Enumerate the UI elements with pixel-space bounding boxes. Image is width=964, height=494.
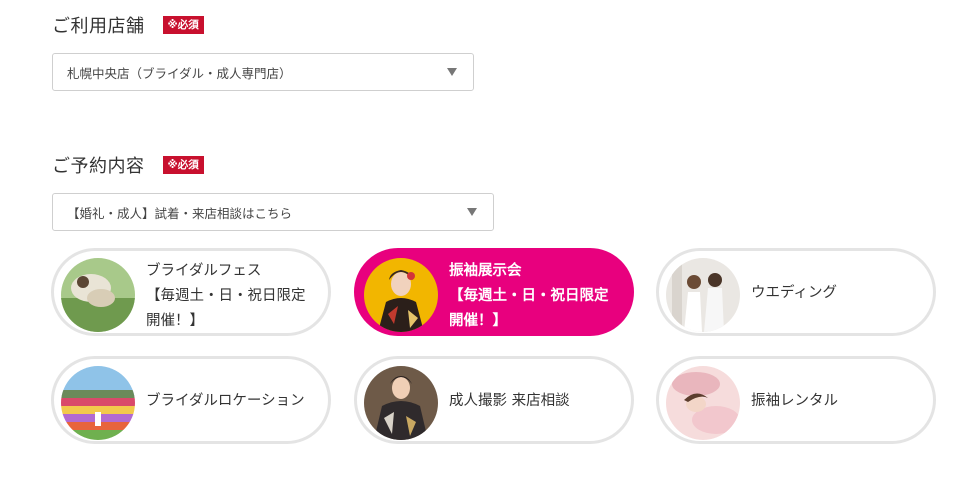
card-title: 振袖展示会	[449, 263, 522, 279]
card-subtitle: 【毎週土・日・祝日限定	[449, 288, 609, 304]
bride-outdoor-photo	[61, 258, 135, 332]
furisode-woman-photo	[364, 258, 438, 332]
reservation-section-label: ご予約内容 ※必須	[52, 152, 204, 178]
card-subtitle-2: 開催！】	[449, 313, 507, 329]
reservation-select[interactable]: 【婚礼・成人】試着・来店相談はこちら	[52, 193, 494, 231]
card-text: 成人撮影 来店相談	[449, 389, 623, 414]
reservation-required-badge: ※必須	[162, 156, 204, 174]
reservation-label: ご予約内容	[52, 156, 145, 177]
store-label: ご利用店舗	[52, 16, 145, 37]
card-text: 振袖レンタル	[751, 389, 925, 414]
option-card-furisode-rental[interactable]: 振袖レンタル	[656, 356, 936, 444]
card-subtitle-2: 開催！】	[146, 313, 204, 329]
reclining-woman-photo	[666, 366, 740, 440]
store-select-value: 札幌中央店（ブライダル・成人専門店）	[67, 65, 292, 81]
card-title: ウエディング	[751, 285, 837, 301]
reservation-select-value: 【婚礼・成人】試着・来店相談はこちら	[67, 205, 293, 221]
card-title: ブライダルロケーション	[146, 393, 305, 409]
store-section-label: ご利用店舗 ※必須	[52, 12, 204, 38]
option-card-bridal-location[interactable]: ブライダルロケーション	[51, 356, 331, 444]
card-text: 振袖展示会 【毎週土・日・祝日限定 開催！】	[449, 259, 623, 334]
option-card-wedding[interactable]: ウエディング	[656, 248, 936, 336]
option-card-furisode-exhibition[interactable]: 振袖展示会 【毎週土・日・祝日限定 開催！】	[354, 248, 634, 336]
card-title: ブライダルフェス	[146, 263, 262, 279]
chevron-down-icon	[447, 68, 457, 76]
card-title: 成人撮影 来店相談	[449, 393, 570, 409]
option-card-seijin-consultation[interactable]: 成人撮影 来店相談	[354, 356, 634, 444]
store-required-badge: ※必須	[162, 16, 204, 34]
flower-field-photo	[61, 366, 135, 440]
option-card-bridal-fair[interactable]: ブライダルフェス 【毎週土・日・祝日限定 開催！】	[51, 248, 331, 336]
chevron-down-icon	[467, 208, 477, 216]
card-text: ウエディング	[751, 281, 925, 306]
store-select[interactable]: 札幌中央店（ブライダル・成人専門店）	[52, 53, 474, 91]
wedding-couple-photo	[666, 258, 740, 332]
card-subtitle: 【毎週土・日・祝日限定	[146, 288, 306, 304]
card-title: 振袖レンタル	[751, 393, 838, 409]
card-text: ブライダルフェス 【毎週土・日・祝日限定 開催！】	[146, 259, 320, 334]
card-text: ブライダルロケーション	[146, 389, 320, 414]
seijin-kimono-photo	[364, 366, 438, 440]
